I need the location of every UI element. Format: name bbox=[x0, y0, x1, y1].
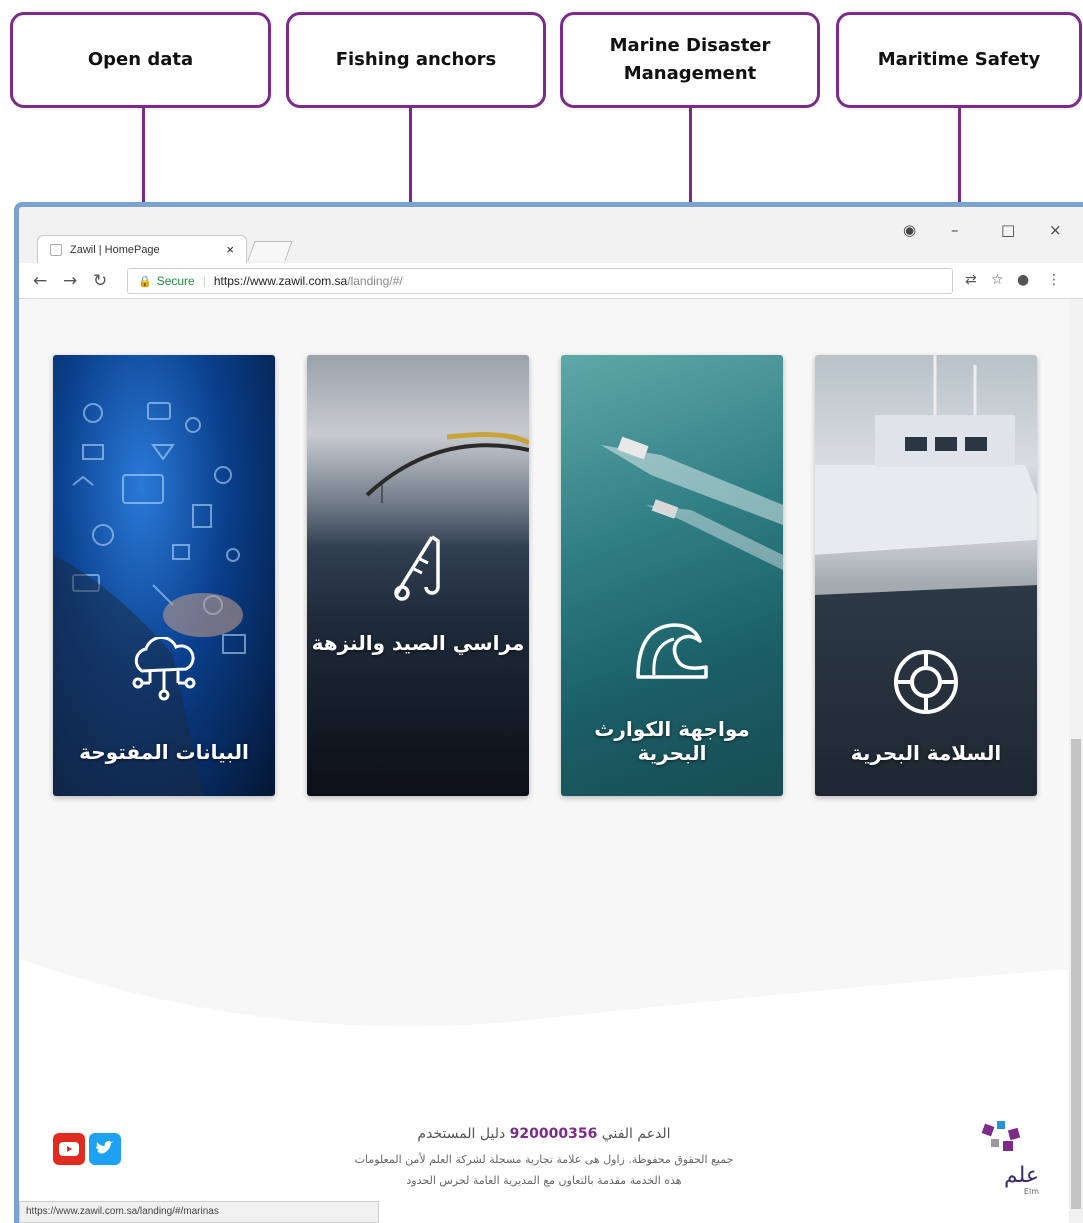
support-label: الدعم الفني bbox=[601, 1126, 671, 1142]
support-line: الدعم الفني 920000356 دليل المستخدم bbox=[19, 1126, 1069, 1142]
callout-marine-disaster: Marine Disaster Management bbox=[560, 12, 820, 108]
status-bar-url: https://www.zawil.com.sa/landing/#/marin… bbox=[19, 1201, 379, 1223]
separator: | bbox=[202, 274, 206, 288]
forward-icon[interactable]: → bbox=[63, 271, 77, 291]
browser-tab[interactable]: Zawil | HomePage × bbox=[37, 235, 247, 263]
maximize-icon[interactable]: □ bbox=[1001, 221, 1015, 239]
user-guide-link[interactable]: دليل المستخدم bbox=[417, 1126, 505, 1142]
bookmark-star-icon[interactable]: ☆ bbox=[991, 272, 1004, 288]
menu-dots-icon[interactable]: ⋮ bbox=[1047, 272, 1061, 288]
profile-icon[interactable]: ◉ bbox=[903, 221, 916, 239]
youtube-icon[interactable] bbox=[53, 1133, 85, 1165]
back-icon[interactable]: ← bbox=[33, 271, 47, 291]
twitter-icon[interactable] bbox=[89, 1133, 121, 1165]
annotated-screenshot: Open data Fishing anchors Marine Disaste… bbox=[0, 0, 1083, 1223]
browser-window: Zawil | HomePage × ◉ – □ × ← → ↻ 🔒 Secur… bbox=[14, 202, 1083, 1223]
callout-fishing-anchors: Fishing anchors bbox=[286, 12, 546, 108]
tab-title: Zawil | HomePage bbox=[70, 243, 160, 256]
address-bar[interactable]: 🔒 Secure | https://www.zawil.com.sa/land… bbox=[127, 268, 953, 294]
cloud-network-icon bbox=[132, 637, 196, 701]
extension-icon[interactable]: ● bbox=[1017, 272, 1029, 288]
tab-bar: Zawil | HomePage × ◉ – □ × bbox=[19, 207, 1083, 263]
fishing-rod-icon bbox=[394, 535, 440, 601]
elm-logo: علم Elm bbox=[969, 1119, 1039, 1196]
callout-maritime-safety: Maritime Safety bbox=[836, 12, 1082, 108]
scrollbar-thumb[interactable] bbox=[1071, 739, 1081, 1209]
url-path: /landing/#/ bbox=[347, 274, 403, 288]
callout-maritime-safety-label: Maritime Safety bbox=[877, 49, 1041, 71]
cooperation-text: هذه الخدمة مقدمة بالتعاون مع المديرية ال… bbox=[406, 1174, 682, 1187]
lock-icon: 🔒 bbox=[138, 275, 152, 288]
rights-text: جميع الحقوق محفوظة. زاول هى علامة تجارية… bbox=[354, 1153, 734, 1166]
card-fishing-anchors-title: مراسي الصيد والنزهة bbox=[311, 631, 525, 655]
secure-label: Secure bbox=[156, 274, 195, 288]
reload-icon[interactable]: ↻ bbox=[93, 271, 107, 291]
callout-open-data: Open data bbox=[10, 12, 271, 108]
scrollbar[interactable] bbox=[1069, 299, 1083, 1223]
favicon-icon bbox=[50, 243, 62, 256]
translate-icon[interactable]: ⇄ bbox=[965, 272, 977, 288]
minimize-icon[interactable]: – bbox=[951, 221, 959, 239]
close-window-icon[interactable]: × bbox=[1049, 221, 1062, 239]
new-tab-button[interactable] bbox=[247, 241, 293, 261]
wave-icon bbox=[636, 623, 708, 679]
elm-logo-subtext: Elm bbox=[1023, 1187, 1039, 1196]
support-phone[interactable]: 920000356 bbox=[510, 1126, 598, 1142]
callout-fishing-anchors-label: Fishing anchors bbox=[335, 49, 497, 71]
elm-logo-mark bbox=[981, 1121, 1021, 1151]
address-toolbar: ← → ↻ 🔒 Secure | https://www.zawil.com.s… bbox=[19, 263, 1083, 299]
tab-close-icon[interactable]: × bbox=[226, 242, 234, 257]
lifebuoy-icon bbox=[894, 650, 958, 714]
callout-open-data-label: Open data bbox=[87, 49, 194, 71]
callout-marine-disaster-label: Marine Disaster Management bbox=[609, 35, 771, 84]
url-host: https://www.zawil.com.sa bbox=[213, 274, 348, 288]
page-viewport: البيانات المفتوحة مراسي الصيد والنزهة مو… bbox=[19, 299, 1083, 1223]
